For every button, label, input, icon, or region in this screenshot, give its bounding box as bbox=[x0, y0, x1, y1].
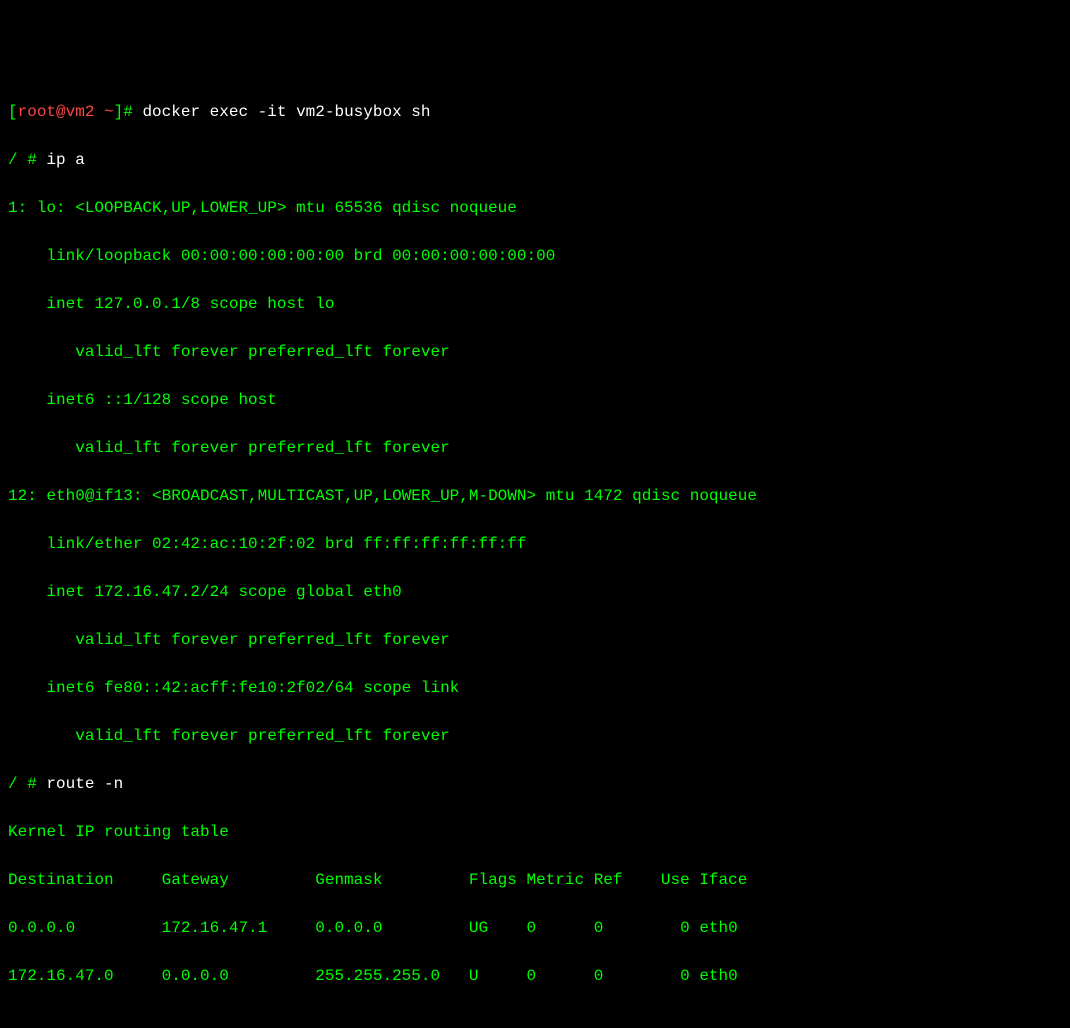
prompt-line-3[interactable]: / # route -n bbox=[8, 772, 1062, 796]
ipa-eth-inet: inet 172.16.47.2/24 scope global eth0 bbox=[8, 580, 1062, 604]
command-docker: docker exec -it vm2-busybox sh bbox=[142, 103, 430, 121]
bracket-close: ]# bbox=[114, 103, 133, 121]
route-title: Kernel IP routing table bbox=[8, 820, 1062, 844]
ipa-lo-header: 1: lo: <LOOPBACK,UP,LOWER_UP> mtu 65536 … bbox=[8, 196, 1062, 220]
ipa-lo-link: link/loopback 00:00:00:00:00:00 brd 00:0… bbox=[8, 244, 1062, 268]
ipa-eth-inet6-valid: valid_lft forever preferred_lft forever bbox=[8, 724, 1062, 748]
prompt-ps: / # bbox=[8, 775, 37, 793]
ipa-eth-inet-valid: valid_lft forever preferred_lft forever bbox=[8, 628, 1062, 652]
prompt-ps: / # bbox=[8, 151, 37, 169]
prompt-line-1[interactable]: [root@vm2 ~]# docker exec -it vm2-busybo… bbox=[8, 100, 1062, 124]
user-host: root@vm2 ~ bbox=[18, 103, 114, 121]
route-row-1: 0.0.0.0 172.16.47.1 0.0.0.0 UG 0 0 0 eth… bbox=[8, 916, 1062, 940]
ipa-lo-inet-valid: valid_lft forever preferred_lft forever bbox=[8, 340, 1062, 364]
ipa-eth-inet6: inet6 fe80::42:acff:fe10:2f02/64 scope l… bbox=[8, 676, 1062, 700]
ipa-lo-inet6: inet6 ::1/128 scope host bbox=[8, 388, 1062, 412]
ipa-lo-inet: inet 127.0.0.1/8 scope host lo bbox=[8, 292, 1062, 316]
ipa-eth-header: 12: eth0@if13: <BROADCAST,MULTICAST,UP,L… bbox=[8, 484, 1062, 508]
command-ipa: ip a bbox=[46, 151, 84, 169]
bracket-open: [ bbox=[8, 103, 18, 121]
route-row-2: 172.16.47.0 0.0.0.0 255.255.255.0 U 0 0 … bbox=[8, 964, 1062, 988]
ipa-lo-inet6-valid: valid_lft forever preferred_lft forever bbox=[8, 436, 1062, 460]
prompt-line-2[interactable]: / # ip a bbox=[8, 148, 1062, 172]
ipa-eth-link: link/ether 02:42:ac:10:2f:02 brd ff:ff:f… bbox=[8, 532, 1062, 556]
route-header: Destination Gateway Genmask Flags Metric… bbox=[8, 868, 1062, 892]
command-route: route -n bbox=[46, 775, 123, 793]
